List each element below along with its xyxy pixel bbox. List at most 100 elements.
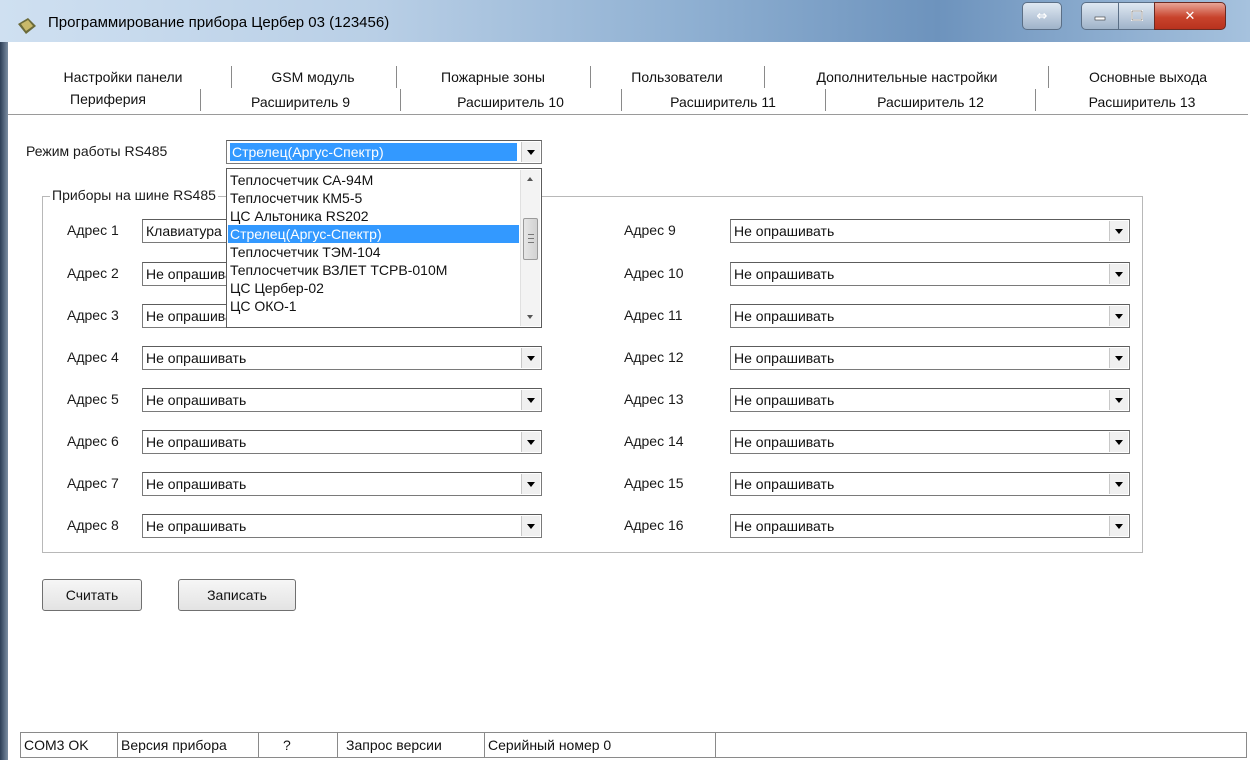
chevron-down-icon bbox=[527, 356, 535, 361]
window-border bbox=[0, 42, 8, 760]
scroll-down-button[interactable] bbox=[521, 308, 540, 326]
address-16-dropdown-button[interactable] bbox=[1109, 516, 1128, 536]
address-14-select[interactable]: Не опрашивать bbox=[730, 430, 1130, 454]
address-7-dropdown-button[interactable] bbox=[521, 474, 540, 494]
status-device-version: Версия прибора bbox=[117, 732, 259, 758]
dropdown-scrollbar[interactable] bbox=[520, 170, 540, 326]
address-10-value: Не опрашивать bbox=[734, 266, 835, 282]
chevron-down-icon bbox=[527, 440, 535, 445]
scroll-up-button[interactable] bbox=[521, 170, 540, 188]
tab-peripherals[interactable]: Периферия bbox=[18, 86, 198, 111]
address-4-dropdown-button[interactable] bbox=[521, 348, 540, 368]
address-8-dropdown-button[interactable] bbox=[521, 516, 540, 536]
status-extra bbox=[715, 732, 1247, 758]
tab-users[interactable]: Пользователи bbox=[592, 64, 762, 89]
window-title: Программирование прибора Цербер 03 (1234… bbox=[48, 14, 390, 31]
dropdown-option[interactable]: ЦС Альтоника RS202 bbox=[228, 207, 519, 225]
switch-window-button[interactable]: ⇔ bbox=[1022, 2, 1062, 30]
address-4-label: Адрес 4 bbox=[67, 349, 119, 365]
title-bar[interactable]: Программирование прибора Цербер 03 (1234… bbox=[0, 0, 1250, 42]
maximize-button[interactable] bbox=[1118, 2, 1155, 30]
address-16-select[interactable]: Не опрашивать bbox=[730, 514, 1130, 538]
rs485-mode-label: Режим работы RS485 bbox=[26, 143, 168, 159]
tab-separator bbox=[200, 89, 201, 111]
chevron-down-icon bbox=[1115, 482, 1123, 487]
address-15-select[interactable]: Не опрашивать bbox=[730, 472, 1130, 496]
status-bar: COM3 OK Версия прибора ? Запрос версии С… bbox=[8, 720, 1250, 760]
address-8-select[interactable]: Не опрашивать bbox=[142, 514, 542, 538]
chevron-down-icon bbox=[527, 524, 535, 529]
address-12-label: Адрес 12 bbox=[624, 349, 684, 365]
tab-expander-10[interactable]: Расширитель 10 bbox=[403, 89, 618, 114]
address-11-value: Не опрашивать bbox=[734, 308, 835, 324]
address-6-dropdown-button[interactable] bbox=[521, 432, 540, 452]
status-question: ? bbox=[258, 732, 338, 758]
tab-separator bbox=[396, 66, 397, 88]
tab-gsm-module[interactable]: GSM модуль bbox=[233, 64, 393, 89]
rs485-mode-select[interactable]: Стрелец(Аргус-Спектр) bbox=[226, 140, 542, 164]
rs485-mode-dropdown-button[interactable] bbox=[521, 142, 540, 162]
address-9-value: Не опрашивать bbox=[734, 223, 835, 239]
chevron-down-icon bbox=[1115, 440, 1123, 445]
tab-main-outputs[interactable]: Основные выхода bbox=[1050, 64, 1246, 89]
address-5-dropdown-button[interactable] bbox=[521, 390, 540, 410]
address-13-dropdown-button[interactable] bbox=[1109, 390, 1128, 410]
dropdown-option[interactable]: Теплосчетчик ТЭМ-104 bbox=[228, 243, 519, 261]
chevron-down-icon bbox=[1115, 524, 1123, 529]
rs485-mode-dropdown-list[interactable]: Теплосчетчик СА-94М Теплосчетчик КМ5-5 Ц… bbox=[226, 168, 542, 328]
tab-strip-border bbox=[8, 114, 1248, 115]
address-6-select[interactable]: Не опрашивать bbox=[142, 430, 542, 454]
address-12-dropdown-button[interactable] bbox=[1109, 348, 1128, 368]
tab-additional-settings[interactable]: Дополнительные настройки bbox=[766, 64, 1048, 89]
address-5-select[interactable]: Не опрашивать bbox=[142, 388, 542, 412]
switch-window-icon: ⇔ bbox=[1036, 8, 1048, 24]
tab-separator bbox=[825, 89, 826, 111]
address-7-select[interactable]: Не опрашивать bbox=[142, 472, 542, 496]
address-6-label: Адрес 6 bbox=[67, 433, 119, 449]
close-button[interactable]: ✕ bbox=[1154, 2, 1226, 30]
dropdown-option[interactable]: Теплосчетчик СА-94М bbox=[228, 171, 519, 189]
app-icon bbox=[18, 18, 36, 34]
tab-separator bbox=[400, 89, 401, 111]
dropdown-option[interactable]: Теплосчетчик КМ5-5 bbox=[228, 189, 519, 207]
chevron-down-icon bbox=[527, 315, 533, 319]
scrollbar-thumb[interactable] bbox=[523, 218, 538, 260]
address-11-dropdown-button[interactable] bbox=[1109, 306, 1128, 326]
dropdown-option[interactable]: ЦС Цербер-02 bbox=[228, 279, 519, 297]
chevron-up-icon bbox=[527, 177, 533, 181]
address-4-value: Не опрашивать bbox=[146, 350, 247, 366]
status-version-request[interactable]: Запрос версии bbox=[337, 732, 485, 758]
write-button[interactable]: Записать bbox=[178, 579, 296, 611]
minimize-icon bbox=[1082, 3, 1118, 29]
address-12-select[interactable]: Не опрашивать bbox=[730, 346, 1130, 370]
tab-separator bbox=[231, 66, 232, 88]
read-button[interactable]: Считать bbox=[42, 579, 142, 611]
tab-separator bbox=[1048, 66, 1049, 88]
tab-expander-9[interactable]: Расширитель 9 bbox=[203, 89, 398, 114]
address-14-dropdown-button[interactable] bbox=[1109, 432, 1128, 452]
address-10-label: Адрес 10 bbox=[624, 265, 684, 281]
address-2-label: Адрес 2 bbox=[67, 265, 119, 281]
address-15-dropdown-button[interactable] bbox=[1109, 474, 1128, 494]
tab-expander-11[interactable]: Расширитель 11 bbox=[623, 89, 823, 114]
minimize-button[interactable] bbox=[1081, 2, 1119, 30]
address-9-dropdown-button[interactable] bbox=[1109, 221, 1128, 241]
rs485-mode-value: Стрелец(Аргус-Спектр) bbox=[230, 143, 517, 161]
tab-expander-13[interactable]: Расширитель 13 bbox=[1038, 89, 1246, 114]
address-15-label: Адрес 15 bbox=[624, 475, 684, 491]
address-10-dropdown-button[interactable] bbox=[1109, 264, 1128, 284]
rs485-devices-group-title: Приборы на шине RS485 bbox=[50, 187, 218, 203]
tab-separator bbox=[764, 66, 765, 88]
tab-expander-12[interactable]: Расширитель 12 bbox=[828, 89, 1033, 114]
dropdown-option[interactable]: ЦС ОКО-1 bbox=[228, 297, 519, 315]
dropdown-option-selected[interactable]: Стрелец(Аргус-Спектр) bbox=[228, 225, 519, 243]
address-4-select[interactable]: Не опрашивать bbox=[142, 346, 542, 370]
address-10-select[interactable]: Не опрашивать bbox=[730, 262, 1130, 286]
status-port: COM3 OK bbox=[20, 732, 118, 758]
address-13-select[interactable]: Не опрашивать bbox=[730, 388, 1130, 412]
grip-icon bbox=[528, 234, 534, 243]
address-9-select[interactable]: Не опрашивать bbox=[730, 219, 1130, 243]
dropdown-option[interactable]: Теплосчетчик ВЗЛЕТ ТСРВ-010М bbox=[228, 261, 519, 279]
address-11-select[interactable]: Не опрашивать bbox=[730, 304, 1130, 328]
tab-fire-zones[interactable]: Пожарные зоны bbox=[398, 64, 588, 89]
